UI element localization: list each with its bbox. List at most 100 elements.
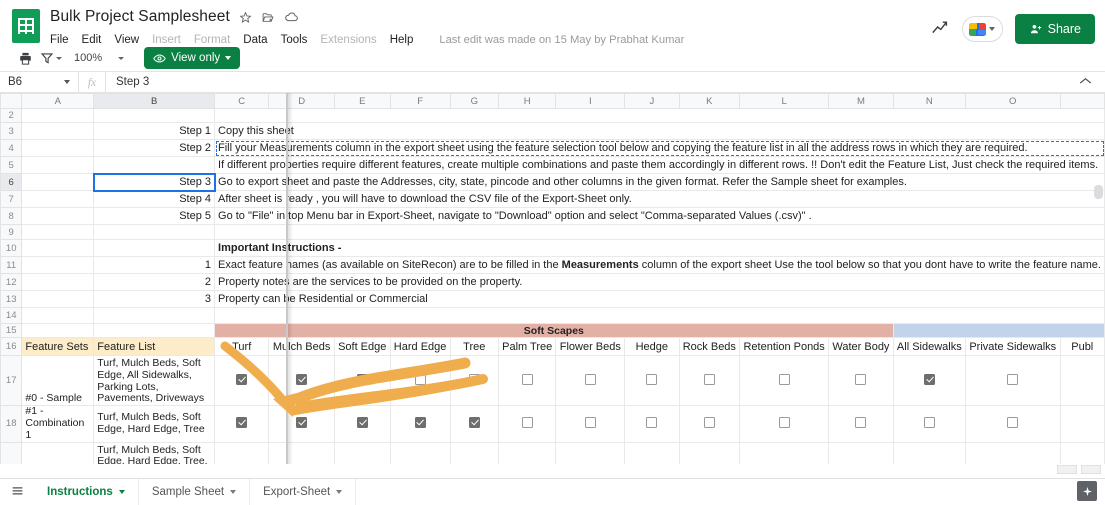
cell-B11-number[interactable]: 1	[93, 256, 216, 274]
header-tree[interactable]: Tree	[449, 337, 499, 356]
cell-A8[interactable]	[21, 207, 95, 225]
cell-A6[interactable]	[21, 173, 95, 191]
cell-C2[interactable]	[214, 108, 1105, 123]
cell-A5[interactable]	[21, 156, 95, 174]
view-only-button[interactable]: View only	[144, 47, 241, 69]
checkbox-cell-hard-edge[interactable]	[389, 354, 451, 407]
checkbox-cell-soft-edge[interactable]	[333, 405, 391, 443]
checkbox-unchecked-icon[interactable]	[778, 416, 790, 428]
menu-insert[interactable]: Insert	[152, 34, 181, 46]
column-header-B[interactable]: B	[93, 93, 216, 109]
group-header-hard-scapes[interactable]	[892, 323, 1105, 338]
header-private-sidewalks[interactable]: Private Sidewalks	[965, 337, 1061, 356]
header-hedge[interactable]: Hedge	[624, 337, 680, 356]
checkbox-checked-icon[interactable]	[414, 416, 426, 428]
cell-A15[interactable]	[21, 323, 95, 338]
column-header-D[interactable]: D	[268, 93, 335, 109]
checkbox-checked-icon[interactable]	[468, 416, 480, 428]
table-row[interactable]: 8 Step 5 Go to "File" in top Menu bar in…	[0, 207, 1105, 225]
checkbox-cell-soft-edge[interactable]	[333, 354, 391, 407]
column-header-H[interactable]: H	[497, 93, 557, 109]
cell-B4-step-label[interactable]: Step 2	[93, 139, 216, 157]
cell-B3-step-label[interactable]: Step 1	[93, 122, 216, 140]
checkbox-cell-all-sidewalks[interactable]	[892, 354, 967, 407]
sheet-tab-sample-sheet[interactable]: Sample Sheet	[139, 478, 251, 505]
checkbox-cell-retention-ponds[interactable]	[739, 441, 830, 464]
activity-trend-icon[interactable]	[930, 19, 950, 40]
checkbox-cell-water-body[interactable]	[828, 441, 894, 464]
row-header-2[interactable]: 2	[0, 108, 23, 123]
zoom-dropdown-icon[interactable]	[109, 47, 131, 69]
row-header-18[interactable]: 18	[0, 405, 23, 443]
header-rock-beds[interactable]: Rock Beds	[678, 337, 741, 356]
all-sheets-icon[interactable]	[0, 485, 34, 498]
cell-C5-note-text[interactable]: If different properties require differen…	[214, 156, 1105, 174]
checkbox-unchecked-icon[interactable]	[855, 416, 867, 428]
column-header-row[interactable]: A B C D E F G H I J K L M N O	[0, 93, 1105, 109]
feature-set-name[interactable]: #1 - Combination 1	[21, 405, 95, 443]
checkbox-cell-all-sidewalks[interactable]	[892, 441, 967, 464]
header-turf[interactable]: Turf	[214, 337, 270, 356]
cell-B8-step-label[interactable]: Step 5	[93, 207, 216, 225]
feature-set-name[interactable]: #2 - Combination 2	[21, 441, 95, 464]
menu-data[interactable]: Data	[243, 34, 267, 46]
row-header-19[interactable]: 19	[0, 441, 23, 464]
chevron-down-icon[interactable]	[118, 489, 125, 494]
spreadsheet-grid[interactable]: A B C D E F G H I J K L M N O 2 3 Step 1…	[0, 93, 1105, 464]
checkbox-unchecked-icon[interactable]	[1007, 373, 1019, 385]
header-flower-beds[interactable]: Flower Beds	[555, 337, 626, 356]
checkbox-cell-tree[interactable]	[449, 441, 499, 464]
cell-B13-number[interactable]: 3	[93, 290, 216, 308]
checkbox-cell-public-sidewalks[interactable]	[1059, 405, 1105, 443]
cell-C10-important-heading[interactable]: Important Instructions -	[214, 239, 1105, 257]
cell-C11-note[interactable]: Exact feature names (as available on Sit…	[214, 256, 1105, 274]
row-header-8[interactable]: 8	[0, 207, 23, 225]
checkbox-cell-water-body[interactable]	[828, 354, 894, 407]
checkbox-cell-rock-beds[interactable]	[678, 405, 741, 443]
checkbox-cell-flower-beds[interactable]	[555, 441, 626, 464]
filter-views-icon[interactable]	[40, 47, 62, 69]
table-row[interactable]: 4 Step 2 Fill your Measurements column i…	[0, 139, 1105, 157]
select-all-corner[interactable]	[0, 93, 23, 109]
cell-A13[interactable]	[21, 290, 95, 308]
cell-B15[interactable]	[93, 323, 216, 338]
table-row[interactable]: 10 Important Instructions -	[0, 239, 1105, 257]
checkbox-cell-turf[interactable]	[214, 405, 270, 443]
checkbox-cell-tree[interactable]	[449, 354, 499, 407]
feature-list-value[interactable]: Turf, Mulch Beds, Soft Edge, Hard Edge, …	[93, 441, 216, 464]
cell-A14[interactable]	[21, 307, 95, 324]
checkbox-cell-palm-tree[interactable]	[497, 441, 557, 464]
row-header-10[interactable]: 10	[0, 239, 23, 257]
row-header-11[interactable]: 11	[0, 256, 23, 274]
google-meet-button[interactable]	[961, 16, 1003, 42]
checkbox-cell-public-sidewalks[interactable]	[1059, 354, 1105, 407]
cell-A4[interactable]	[21, 139, 95, 157]
table-row[interactable]: 7 Step 4 After sheet is ready , you will…	[0, 190, 1105, 208]
checkbox-unchecked-icon[interactable]	[521, 373, 533, 385]
sheet-tab-instructions[interactable]: Instructions	[34, 478, 139, 505]
checkbox-cell-rock-beds[interactable]	[678, 354, 741, 407]
group-header-soft-scapes[interactable]: Soft Scapes	[214, 323, 894, 338]
document-title[interactable]: Bulk Project Samplesheet	[50, 8, 230, 26]
checkbox-cell-private-sidewalks[interactable]	[965, 441, 1061, 464]
menu-file[interactable]: File	[50, 34, 69, 46]
checkbox-cell-private-sidewalks[interactable]	[965, 405, 1061, 443]
checkbox-checked-icon[interactable]	[236, 416, 248, 428]
row-header-14[interactable]: 14	[0, 307, 23, 324]
table-row[interactable]: 5 If different properties require differ…	[0, 156, 1105, 174]
header-retention-ponds[interactable]: Retention Ponds	[739, 337, 830, 356]
feature-list-value[interactable]: Turf, Mulch Beds, Soft Edge, Hard Edge, …	[93, 405, 216, 443]
cell-B2[interactable]	[93, 108, 216, 123]
checkbox-unchecked-icon[interactable]	[1007, 416, 1019, 428]
checkbox-cell-public-sidewalks[interactable]	[1059, 441, 1105, 464]
header-mulch-beds[interactable]: Mulch Beds	[268, 337, 335, 356]
checkbox-checked-icon[interactable]	[923, 373, 935, 385]
table-row[interactable]: 3 Step 1 Copy this sheet	[0, 122, 1105, 140]
collapse-toolbar-icon[interactable]	[1079, 76, 1105, 88]
share-button[interactable]: Share	[1014, 14, 1095, 44]
formula-input[interactable]: Step 3	[106, 76, 1079, 88]
chevron-down-icon[interactable]	[336, 489, 343, 494]
cell-A3[interactable]	[21, 122, 95, 140]
table-row[interactable]: 15 Soft Scapes	[0, 323, 1105, 338]
menu-extensions[interactable]: Extensions	[320, 34, 376, 46]
